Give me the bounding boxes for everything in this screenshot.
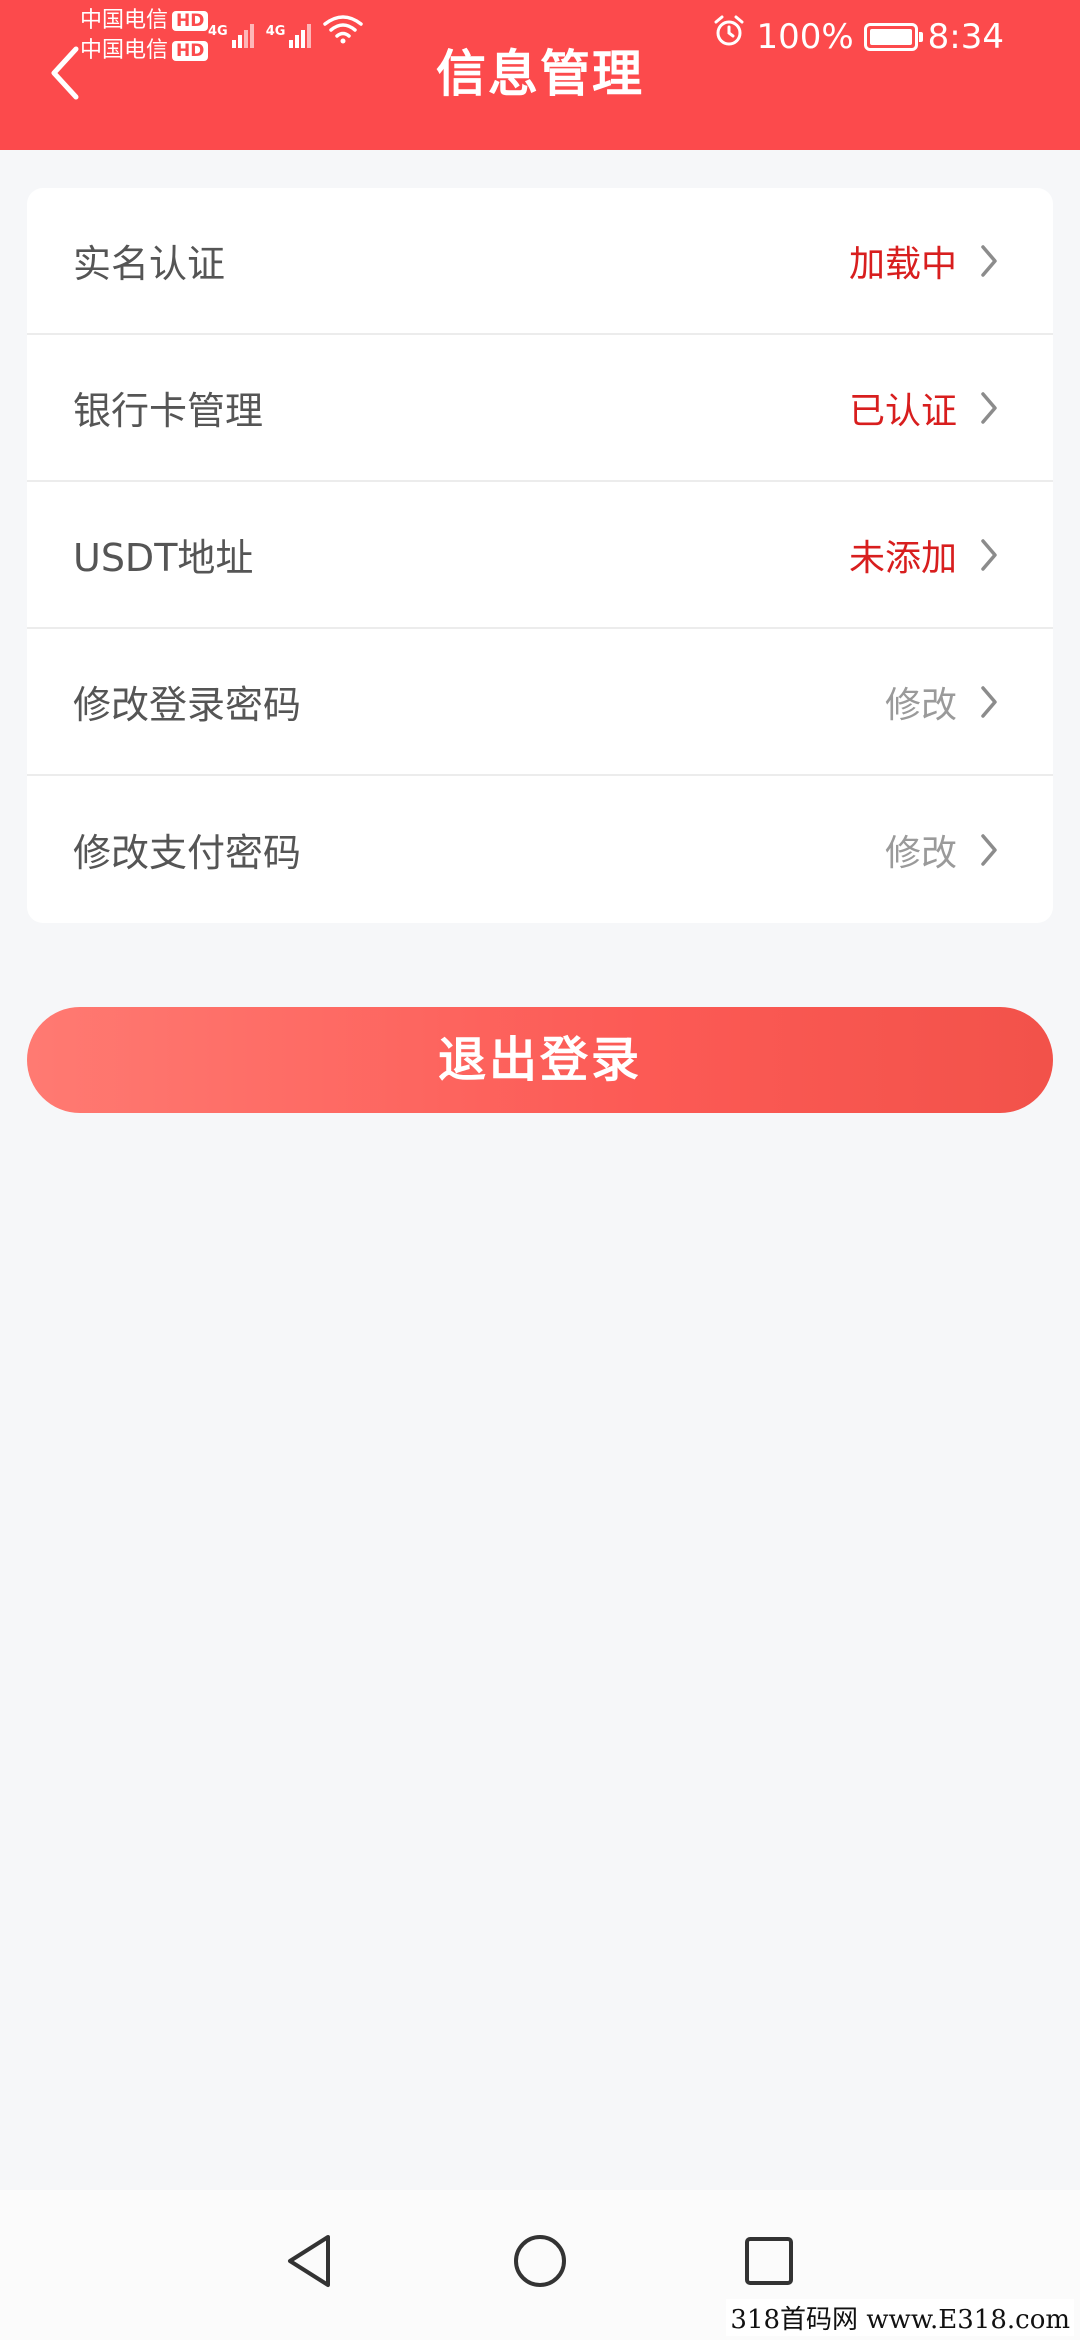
menu-item-status: 加载中 [848, 243, 957, 285]
menu-item-status: 已认证 [848, 390, 957, 432]
screen: 中国电信 HD 中国电信 HD 4G 4G 100% 8:34 信息管理 实名认… [0, 0, 1080, 2340]
carrier-1: 中国电信 HD [80, 6, 209, 36]
home-circle-icon [514, 2235, 566, 2287]
watermark: 318首码网 www.E318.com [726, 2299, 1074, 2336]
menu-item-usdt-address[interactable]: USDT地址 未添加 [27, 482, 1053, 629]
system-nav-bar: 318首码网 www.E318.com [0, 2190, 1080, 2340]
back-triangle-icon [288, 2235, 330, 2287]
menu-item-label: 修改支付密码 [73, 831, 302, 875]
menu-item-label: 修改登录密码 [73, 683, 302, 727]
nav-back-button[interactable] [274, 2226, 344, 2296]
recents-square-icon [745, 2237, 793, 2285]
page-title: 信息管理 [436, 45, 644, 103]
menu-item-label: 实名认证 [73, 242, 226, 286]
menu-item-status: 未添加 [848, 537, 957, 579]
menu-item-label: 银行卡管理 [73, 389, 264, 433]
settings-list: 实名认证 加载中 银行卡管理 已认证 USDT地址 未添加 修改登录密码 修改 [27, 188, 1053, 923]
menu-item-status: 修改 [884, 684, 957, 726]
menu-item-change-login-password[interactable]: 修改登录密码 修改 [27, 629, 1053, 776]
chevron-right-icon [979, 243, 999, 279]
menu-item-change-payment-password[interactable]: 修改支付密码 修改 [27, 776, 1053, 923]
chevron-right-icon [979, 684, 999, 720]
chevron-right-icon [979, 832, 999, 868]
carrier-1-hd-badge: HD [172, 11, 209, 31]
logout-button[interactable]: 退出登录 [27, 1007, 1053, 1113]
menu-item-status: 修改 [884, 832, 957, 874]
carrier-1-name: 中国电信 [80, 8, 169, 33]
menu-item-real-name-verification[interactable]: 实名认证 加载中 [27, 188, 1053, 335]
menu-item-bank-card[interactable]: 银行卡管理 已认证 [27, 335, 1053, 482]
network-1-label: 4G [208, 24, 228, 39]
header-bar: 中国电信 HD 中国电信 HD 4G 4G 100% 8:34 信息管理 [0, 0, 1080, 150]
nav-home-button[interactable] [505, 2226, 575, 2296]
nav-recents-button[interactable] [734, 2226, 804, 2296]
network-2-label: 4G [265, 24, 286, 39]
menu-item-label: USDT地址 [73, 536, 254, 580]
chevron-right-icon [979, 537, 999, 573]
chevron-right-icon [979, 390, 999, 426]
